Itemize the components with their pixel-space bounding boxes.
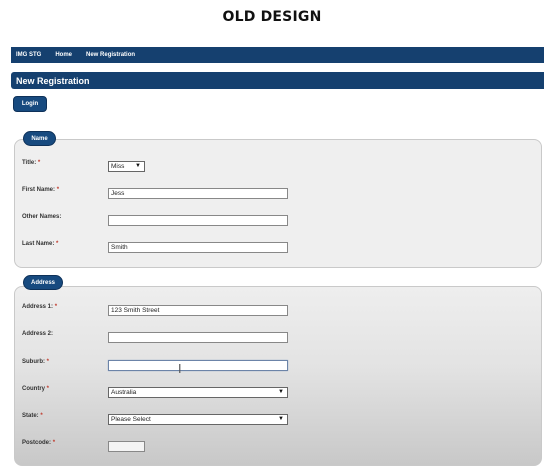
title-select-value: Miss bbox=[111, 163, 125, 170]
address-legend: Address bbox=[23, 275, 63, 290]
suburb-label: Suburb: * bbox=[22, 359, 49, 365]
country-label: Country * bbox=[22, 386, 49, 392]
text-cursor-icon: I bbox=[178, 362, 182, 376]
country-select-value: Australia bbox=[111, 389, 137, 396]
required-marker: * bbox=[37, 160, 41, 166]
address1-label: Address 1: * bbox=[22, 304, 57, 310]
first-name-label-text: First Name: bbox=[22, 187, 56, 193]
address1-label-text: Address 1: bbox=[22, 304, 54, 310]
top-nav-bar: IMG STG Home New Registration bbox=[11, 47, 544, 63]
first-name-label: First Name: * bbox=[22, 187, 59, 193]
login-button[interactable]: Login bbox=[13, 96, 47, 112]
postcode-field[interactable] bbox=[108, 441, 145, 452]
state-label: State: * bbox=[22, 413, 43, 419]
name-legend: Name bbox=[23, 131, 56, 146]
required-marker: * bbox=[46, 386, 50, 392]
suburb-label-text: Suburb: bbox=[22, 359, 45, 365]
other-names-field[interactable] bbox=[108, 215, 288, 226]
address2-label-text: Address 2: bbox=[22, 331, 54, 337]
nav-item-new-registration[interactable]: New Registration bbox=[86, 52, 135, 58]
nav-item-img-stg[interactable]: IMG STG bbox=[16, 52, 41, 58]
chevron-down-icon: ▼ bbox=[278, 416, 284, 422]
other-names-label-text: Other Names: bbox=[22, 214, 62, 220]
postcode-label: Postcode: * bbox=[22, 440, 55, 446]
first-name-field[interactable]: Jess bbox=[108, 188, 288, 199]
state-label-text: State: bbox=[22, 413, 39, 419]
state-select-value: Please Select bbox=[111, 416, 151, 423]
page-title: New Registration bbox=[11, 72, 544, 89]
last-name-label: Last Name: * bbox=[22, 241, 58, 247]
chevron-down-icon: ▼ bbox=[135, 163, 141, 169]
page-caption: OLD DESIGN bbox=[222, 9, 322, 25]
title-label: Title: * bbox=[22, 160, 40, 166]
other-names-label: Other Names: bbox=[22, 214, 61, 220]
state-select[interactable]: Please Select ▼ bbox=[108, 414, 288, 425]
address2-field[interactable] bbox=[108, 332, 288, 343]
country-select[interactable]: Australia ▼ bbox=[108, 387, 288, 398]
required-marker: * bbox=[46, 359, 50, 365]
country-label-text: Country bbox=[22, 386, 45, 392]
title-label-text: Title: bbox=[22, 160, 37, 166]
postcode-label-text: Postcode: bbox=[22, 440, 52, 446]
required-marker: * bbox=[40, 413, 43, 419]
suburb-field[interactable] bbox=[108, 360, 288, 371]
chevron-down-icon: ▼ bbox=[278, 389, 284, 395]
required-marker: * bbox=[56, 241, 59, 247]
required-marker: * bbox=[52, 440, 56, 446]
last-name-label-text: Last Name: bbox=[22, 241, 55, 247]
required-marker: * bbox=[54, 304, 58, 310]
nav-item-home[interactable]: Home bbox=[55, 52, 72, 58]
address2-label: Address 2: bbox=[22, 331, 53, 337]
title-select[interactable]: Miss ▼ bbox=[108, 161, 145, 172]
required-marker: * bbox=[56, 187, 60, 193]
last-name-field[interactable]: Smith bbox=[108, 242, 288, 253]
address1-field[interactable]: 123 Smith Street bbox=[108, 305, 288, 316]
